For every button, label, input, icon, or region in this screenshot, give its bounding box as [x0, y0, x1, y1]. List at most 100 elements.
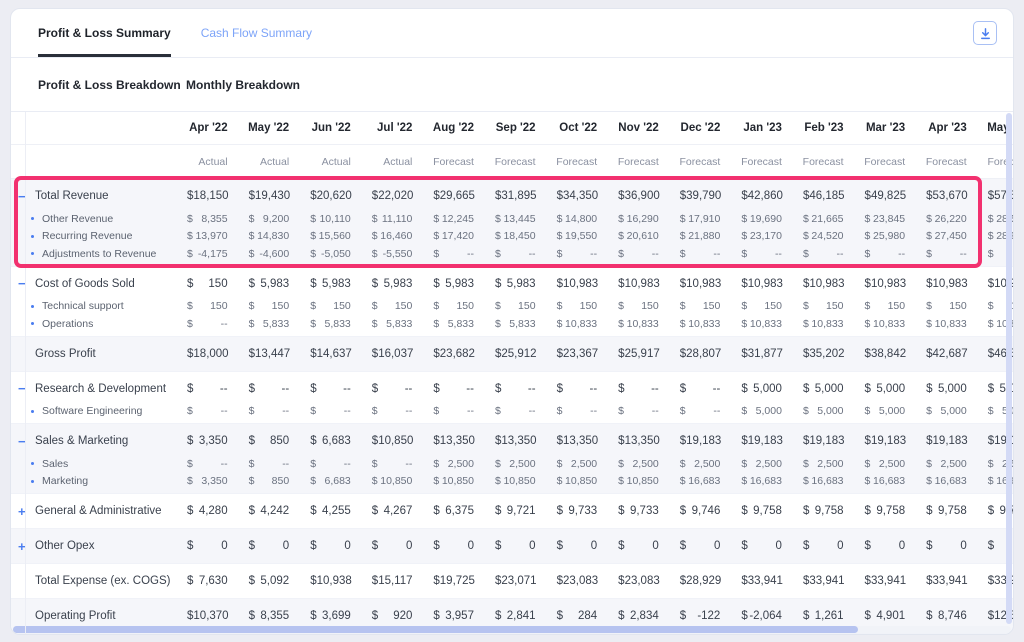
currency-symbol: $ — [618, 383, 624, 395]
value-cell: $33,941 — [858, 575, 920, 587]
value: -- — [590, 405, 597, 417]
value: 9,733 — [630, 505, 659, 517]
value: -2,064 — [749, 610, 782, 622]
value: -- — [898, 248, 905, 260]
value: 20,610 — [627, 230, 659, 242]
collapse-icon[interactable]: − — [18, 382, 30, 395]
value: 19,183 — [748, 435, 783, 447]
currency-symbol: $ — [557, 505, 563, 517]
value-cell: $-- — [550, 383, 612, 395]
currency-symbol: $ — [249, 575, 255, 587]
currency-symbol: $ — [433, 300, 439, 312]
collapse-icon[interactable]: − — [18, 190, 30, 203]
currency-symbol: $ — [741, 248, 747, 260]
value-cell: $920 — [365, 610, 427, 622]
value: 29,665 — [440, 190, 475, 202]
tab-profit-loss-summary[interactable]: Profit & Loss Summary — [38, 9, 171, 57]
value-cell: $42,860 — [734, 190, 796, 202]
column-header-9: Jan '23 — [734, 122, 796, 134]
value: 16,683 — [935, 475, 967, 487]
value-cell: $0 — [365, 540, 427, 552]
currency-symbol: $ — [372, 475, 378, 487]
value-cell: $5,983 — [242, 278, 304, 290]
pnl-table: Apr '22May '22Jun '22Jul '22Aug '22Sep '… — [11, 112, 1013, 634]
value-cell: $-- — [303, 383, 365, 395]
column-type-8: Forecast — [673, 156, 735, 168]
currency-symbol: $ — [433, 318, 439, 330]
currency-symbol: $ — [803, 610, 809, 622]
expand-icon[interactable]: + — [18, 505, 30, 518]
value-cell: $-- — [734, 248, 796, 260]
column-type-3: Actual — [365, 156, 427, 168]
expand-icon[interactable]: + — [18, 540, 30, 553]
value: 10,983 — [809, 278, 844, 290]
value: 5,833 — [509, 318, 535, 330]
value: 150 — [949, 300, 967, 312]
value-cell: $-- — [303, 405, 365, 417]
value: 4,267 — [384, 505, 413, 517]
currency-symbol: $ — [865, 458, 871, 470]
currency-symbol: $ — [741, 300, 747, 312]
value: 39,790 — [686, 190, 721, 202]
horizontal-scrollbar-thumb[interactable] — [13, 626, 858, 633]
horizontal-scrollbar-track[interactable] — [13, 626, 1011, 633]
value: 23,071 — [501, 575, 536, 587]
value-cell: $150 — [180, 300, 242, 312]
collapse-icon[interactable]: − — [18, 277, 30, 290]
value-cell: $8,746 — [919, 610, 981, 622]
value: 8,746 — [938, 610, 967, 622]
value: 5,983 — [322, 278, 351, 290]
value-cell: $25,980 — [858, 230, 920, 242]
value-cell: $2,500 — [488, 458, 550, 470]
value-cell: $6,375 — [426, 505, 488, 517]
value-cell: $3,957 — [426, 610, 488, 622]
value-cell: $10,983 — [796, 278, 858, 290]
value-cell: $10,833 — [611, 318, 673, 330]
value-cell: $150 — [488, 300, 550, 312]
value-cell: $26,220 — [919, 213, 981, 225]
value: -- — [282, 383, 290, 395]
currency-symbol: $ — [988, 213, 994, 225]
value-cell: $5,983 — [488, 278, 550, 290]
value-cell: $0 — [611, 540, 673, 552]
value-cell: $23,845 — [858, 213, 920, 225]
value-cell: $5,000 — [796, 405, 858, 417]
value-cell: $-- — [426, 383, 488, 395]
download-button[interactable] — [973, 21, 997, 45]
value: 19,550 — [565, 230, 597, 242]
row-other-opex: +Other Opex$0$0$0$0$0$0$0$0$0$0$0$0$0$0 — [11, 532, 1013, 560]
value-cell: $16,683 — [919, 475, 981, 487]
value: -- — [528, 383, 536, 395]
value-cell: $2,500 — [796, 458, 858, 470]
column-header-11: Mar '23 — [858, 122, 920, 134]
currency-symbol: $ — [249, 505, 255, 517]
value-cell: $19,183 — [858, 435, 920, 447]
profit-loss-breakdown-title: Profit & Loss Breakdown — [38, 78, 186, 92]
row-label: Recurring Revenue — [11, 230, 132, 242]
currency-symbol: $ — [433, 230, 439, 242]
value: 150 — [888, 300, 906, 312]
value: 10,833 — [935, 318, 967, 330]
value: 0 — [960, 540, 966, 552]
row-sales-marketing: −Sales & Marketing$3,350$850$6,683$10,85… — [11, 427, 1013, 455]
value: 5,833 — [386, 318, 412, 330]
value: 850 — [272, 475, 290, 487]
value-cell: $10,370 — [180, 610, 242, 622]
tab-cash-flow-summary[interactable]: Cash Flow Summary — [201, 9, 312, 57]
currency-symbol: $ — [741, 383, 747, 395]
value-cell: $16,290 — [611, 213, 673, 225]
value: -- — [837, 248, 844, 260]
currency-symbol: $ — [988, 248, 994, 260]
value: 4,242 — [260, 505, 289, 517]
value: -- — [282, 458, 289, 470]
currency-symbol: $ — [187, 383, 193, 395]
currency-symbol: $ — [187, 318, 193, 330]
bullet-icon — [31, 480, 34, 483]
currency-symbol: $ — [187, 213, 193, 225]
currency-symbol: $ — [433, 475, 439, 487]
collapse-icon[interactable]: − — [18, 435, 30, 448]
value: 150 — [826, 300, 844, 312]
value-cell: $-5,050 — [303, 248, 365, 260]
currency-symbol: $ — [433, 213, 439, 225]
vertical-scrollbar-thumb[interactable] — [1006, 113, 1012, 624]
